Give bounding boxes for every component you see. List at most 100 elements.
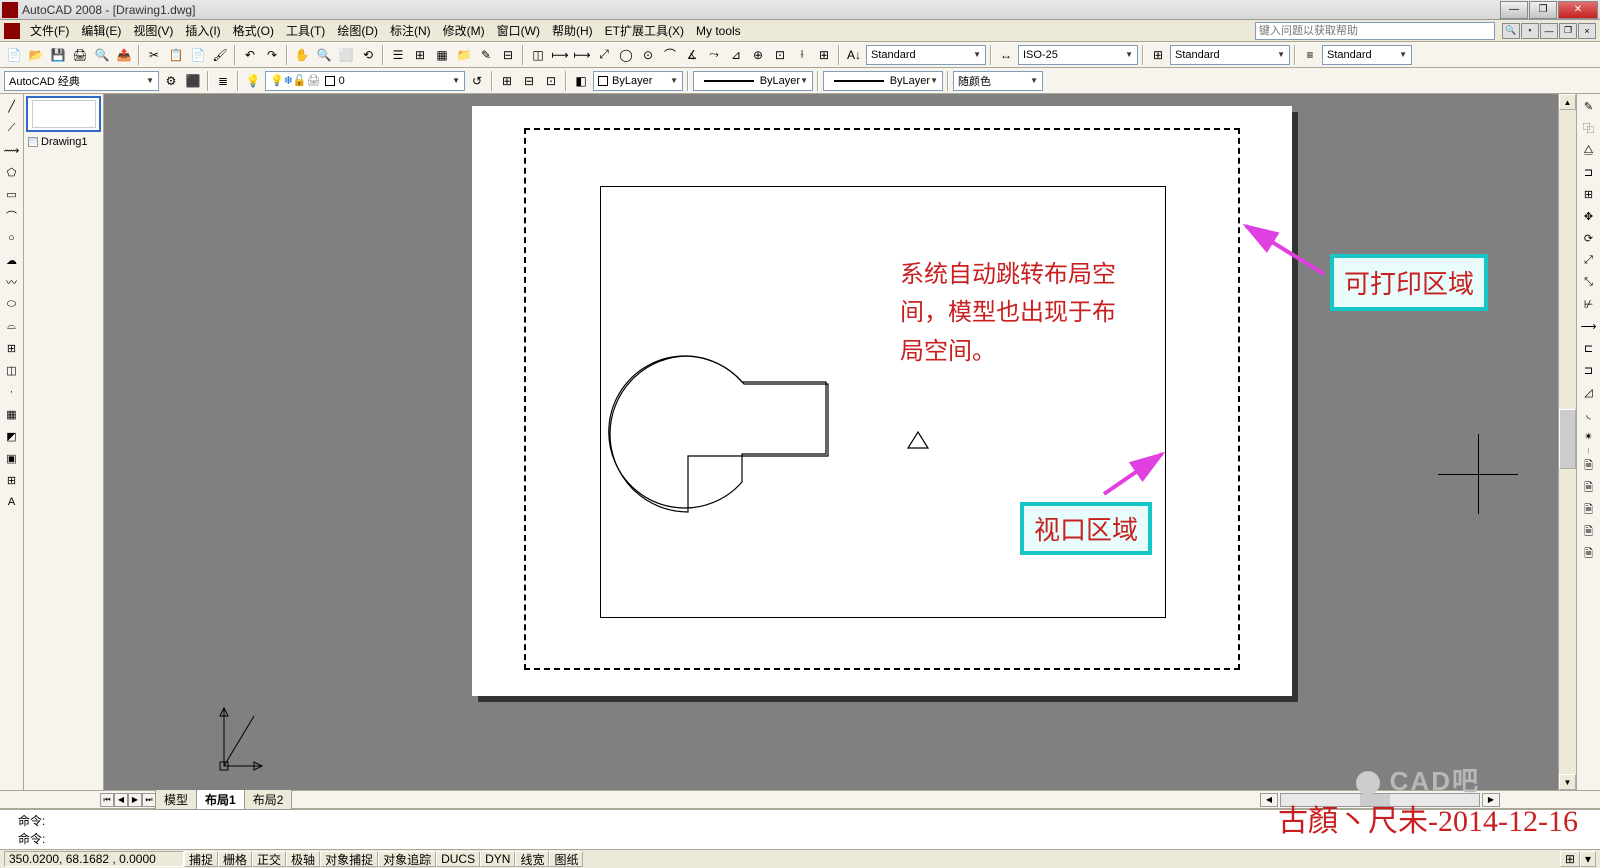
close-button[interactable]: ✕: [1558, 1, 1598, 19]
save-icon[interactable]: 💾: [48, 45, 68, 65]
plotstyle-dropdown[interactable]: 随颜色▼: [953, 71, 1043, 91]
join-icon[interactable]: ⊐: [1579, 360, 1599, 380]
line-icon[interactable]: ╱: [2, 96, 22, 116]
rectangle-icon[interactable]: ▭: [2, 184, 22, 204]
matchprop-icon[interactable]: 🖌: [210, 45, 230, 65]
help-search-input[interactable]: [1255, 22, 1495, 40]
tab-first-icon[interactable]: ⏮: [100, 793, 114, 807]
tablestyle-dropdown[interactable]: Standard▼: [1170, 45, 1290, 65]
mlstyle-dropdown[interactable]: Standard▼: [1322, 45, 1412, 65]
calc-icon[interactable]: ⊟: [498, 45, 518, 65]
dim9-icon[interactable]: ⊿: [726, 45, 746, 65]
dim10-icon[interactable]: ⊕: [748, 45, 768, 65]
scroll-down-icon[interactable]: ▼: [1559, 774, 1576, 790]
status-snap[interactable]: 捕捉: [184, 851, 218, 867]
spline-icon[interactable]: 〰: [2, 272, 22, 292]
dim5-icon[interactable]: ⊙: [638, 45, 658, 65]
color-icon[interactable]: ◧: [571, 71, 591, 91]
makeblock-icon[interactable]: ◫: [2, 360, 22, 380]
scroll-thumb[interactable]: [1559, 409, 1576, 469]
vscrollbar[interactable]: ▲ ▼: [1558, 94, 1576, 790]
info-center-icon[interactable]: ⋆: [1521, 23, 1539, 39]
dim3-icon[interactable]: ⤢: [594, 45, 614, 65]
layerwalk3-icon[interactable]: ⊡: [541, 71, 561, 91]
break-icon[interactable]: ⊏: [1579, 338, 1599, 358]
mdi-minimize-button[interactable]: —: [1540, 23, 1558, 39]
status-ducs[interactable]: DUCS: [436, 851, 480, 867]
block-icon[interactable]: ◫: [528, 45, 548, 65]
layerwalk2-icon[interactable]: ⊟: [519, 71, 539, 91]
tab-layout1[interactable]: 布局1: [196, 790, 245, 810]
menu-mytools[interactable]: My tools: [690, 22, 747, 40]
point-icon[interactable]: ·: [2, 382, 22, 402]
open-icon[interactable]: 📂: [26, 45, 46, 65]
hscroll-left-icon[interactable]: ◀: [1260, 793, 1278, 807]
zoom-realtime-icon[interactable]: 🔍: [314, 45, 334, 65]
status-osnap[interactable]: 对象捕捉: [320, 851, 378, 867]
layers-icon[interactable]: ≣: [213, 71, 233, 91]
status-paper[interactable]: 图纸: [549, 851, 583, 867]
layout-canvas[interactable]: 系统自动跳转布局空 间，模型也出现于布 局空间。 可打印区域 视口区域: [104, 94, 1558, 790]
ellipsearc-icon[interactable]: ⌓: [2, 316, 22, 336]
copy-icon[interactable]: 📋: [166, 45, 186, 65]
dimstyle-icon[interactable]: ↔: [996, 45, 1016, 65]
menu-edit[interactable]: 编辑(E): [75, 20, 127, 41]
menu-dimension[interactable]: 标注(N): [384, 20, 437, 41]
menu-window[interactable]: 窗口(W): [491, 20, 546, 41]
xline-icon[interactable]: ⟋: [2, 118, 22, 138]
ellipse-icon[interactable]: ⬭: [2, 294, 22, 314]
menu-format[interactable]: 格式(O): [227, 20, 280, 41]
layerfilter-icon[interactable]: 💡: [243, 71, 263, 91]
dim6-icon[interactable]: ⌒: [660, 45, 680, 65]
mirror-icon[interactable]: ⧋: [1579, 140, 1599, 160]
zoom-window-icon[interactable]: ⬜: [336, 45, 356, 65]
command-input-line[interactable]: 命令:: [18, 830, 1582, 848]
dim13-icon[interactable]: ⊞: [814, 45, 834, 65]
gradient-icon[interactable]: ◩: [2, 426, 22, 446]
explode-icon[interactable]: ✴: [1579, 426, 1599, 446]
dim11-icon[interactable]: ⊡: [770, 45, 790, 65]
hscrollbar[interactable]: [1280, 793, 1480, 807]
status-grid[interactable]: 栅格: [218, 851, 252, 867]
paste-icon[interactable]: 📄: [188, 45, 208, 65]
properties-icon[interactable]: ☰: [388, 45, 408, 65]
tab-prev-icon[interactable]: ◀: [114, 793, 128, 807]
tablestyle-icon[interactable]: ⊞: [1148, 45, 1168, 65]
dim7-icon[interactable]: ∡: [682, 45, 702, 65]
mlstyle-icon[interactable]: ≡: [1300, 45, 1320, 65]
dim12-icon[interactable]: ⟊: [792, 45, 812, 65]
mdi-restore-button[interactable]: ❐: [1559, 23, 1577, 39]
linetype-dropdown[interactable]: ByLayer▼: [693, 71, 813, 91]
status-annoscale-icon[interactable]: ▾: [1580, 851, 1596, 867]
redo-icon[interactable]: ↷: [262, 45, 282, 65]
arc-icon[interactable]: ⌒: [2, 206, 22, 226]
dim2-icon[interactable]: ⟼: [572, 45, 592, 65]
menu-tools[interactable]: 工具(T): [280, 20, 331, 41]
status-otrack[interactable]: 对象追踪: [378, 851, 436, 867]
dim1-icon[interactable]: ⟼: [550, 45, 570, 65]
color-dropdown[interactable]: ByLayer▼: [593, 71, 683, 91]
textstyle-dropdown[interactable]: Standard▼: [866, 45, 986, 65]
polygon-icon[interactable]: ⬠: [2, 162, 22, 182]
layerprev-icon[interactable]: ↺: [467, 71, 487, 91]
new-icon[interactable]: 📄: [4, 45, 24, 65]
markup-icon[interactable]: ✎: [476, 45, 496, 65]
hscroll-right-icon[interactable]: ▶: [1482, 793, 1500, 807]
plot-icon[interactable]: 🖨: [70, 45, 90, 65]
status-lwt[interactable]: 线宽: [515, 851, 549, 867]
menu-file[interactable]: 文件(F): [24, 20, 75, 41]
table-icon[interactable]: ⊞: [2, 470, 22, 490]
chamfer-icon[interactable]: ◿: [1579, 382, 1599, 402]
ssm-icon[interactable]: 📁: [454, 45, 474, 65]
ref5-icon[interactable]: 🗎: [1579, 544, 1599, 564]
layer-dropdown[interactable]: 💡❄🔓🖨 0▼: [265, 71, 465, 91]
maximize-button[interactable]: ❐: [1529, 1, 1557, 19]
workspace-save-icon[interactable]: ⬛: [183, 71, 203, 91]
ref2-icon[interactable]: 🗎: [1579, 478, 1599, 498]
workspace-dropdown[interactable]: AutoCAD 经典▼: [4, 71, 159, 91]
menu-modify[interactable]: 修改(M): [437, 20, 491, 41]
hatch-icon[interactable]: ▦: [2, 404, 22, 424]
menu-et-ext[interactable]: ET扩展工具(X): [599, 20, 690, 41]
scale-icon[interactable]: ⤢: [1579, 250, 1599, 270]
extend-icon[interactable]: ⟶: [1579, 316, 1599, 336]
